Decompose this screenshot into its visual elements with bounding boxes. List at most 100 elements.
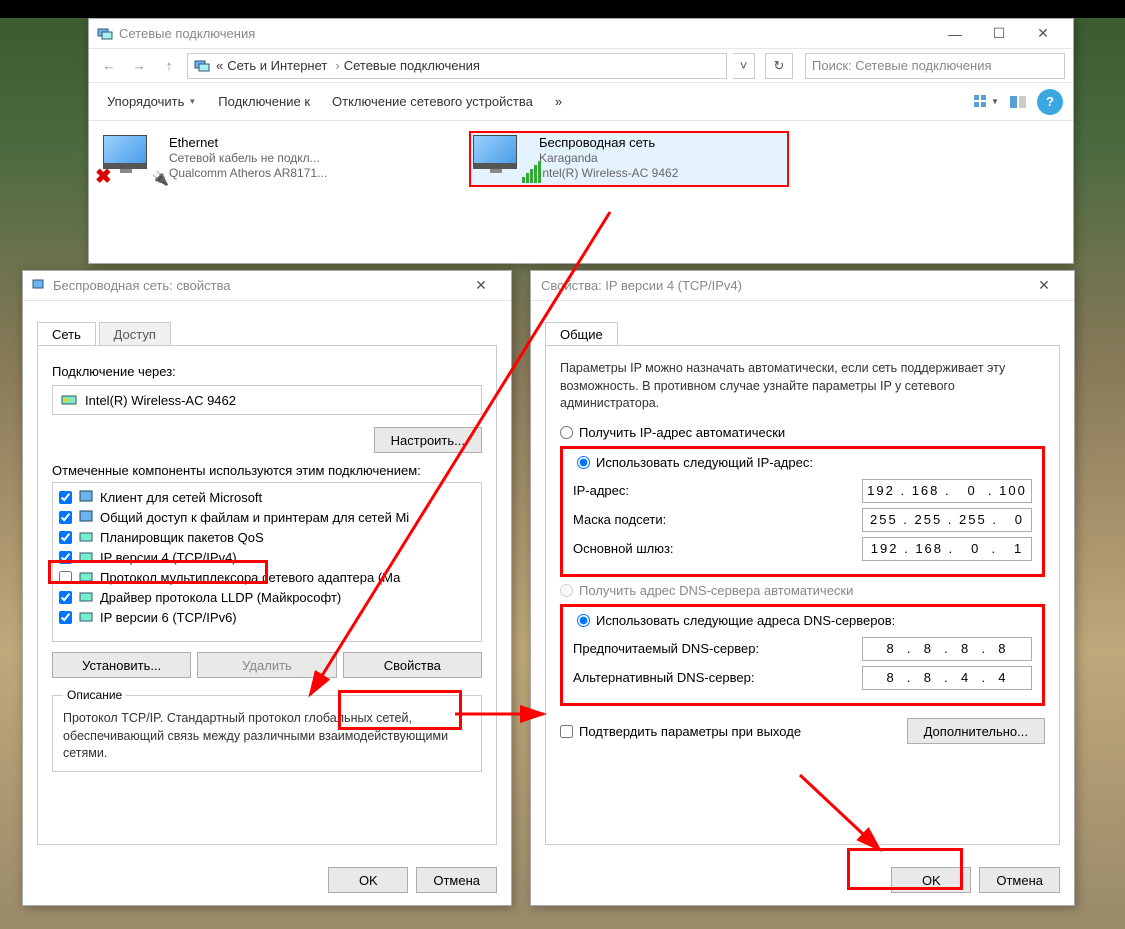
breadcrumb-a[interactable]: Сеть и Интернет (227, 58, 327, 73)
component-checkbox[interactable] (59, 591, 72, 604)
more-commands-button[interactable]: » (547, 90, 570, 113)
refresh-button[interactable]: ↻ (765, 53, 793, 79)
remove-button[interactable]: Удалить (197, 652, 336, 678)
network-connections-window: Сетевые подключения — ☐ ✕ ← → ↑ « Сеть и… (88, 18, 1074, 264)
ipv4-properties-dialog: Свойства: IP версии 4 (TCP/IPv4) ✕ Общие… (530, 270, 1075, 906)
close-button[interactable]: ✕ (459, 272, 503, 300)
desktop-taskbar (0, 0, 1125, 18)
help-button[interactable]: ? (1037, 89, 1063, 115)
manual-ip-radio[interactable]: Использовать следующий IP-адрес: (573, 455, 817, 470)
manual-dns-radio[interactable]: Использовать следующие адреса DNS-сервер… (573, 613, 899, 628)
adapter-status: Сетевой кабель не подкл... (169, 151, 327, 165)
maximize-button[interactable]: ☐ (977, 20, 1021, 48)
titlebar[interactable]: Свойства: IP версии 4 (TCP/IPv4) ✕ (531, 271, 1074, 301)
preview-pane-button[interactable] (1005, 89, 1031, 115)
ip-input[interactable] (862, 479, 1032, 503)
description-legend: Описание (63, 688, 126, 702)
forward-button[interactable]: → (127, 54, 151, 78)
dialog-title: Беспроводная сеть: свойства (53, 278, 459, 293)
component-icon (78, 529, 94, 545)
validate-checkbox[interactable]: Подтвердить параметры при выходе (560, 724, 801, 739)
component-label: Клиент для сетей Microsoft (100, 490, 262, 505)
intro-text: Параметры IP можно назначать автоматичес… (560, 360, 1045, 413)
ok-button[interactable]: OK (328, 867, 408, 893)
dns1-input[interactable] (862, 637, 1032, 661)
dns1-label: Предпочитаемый DNS-сервер: (573, 641, 862, 656)
breadcrumb-dropdown[interactable]: ˅ (733, 53, 755, 79)
dns2-label: Альтернативный DNS-сервер: (573, 670, 862, 685)
close-button[interactable]: ✕ (1021, 20, 1065, 48)
properties-button[interactable]: Свойства (343, 652, 482, 678)
signal-bars-icon (522, 161, 541, 183)
description-text: Протокол TCP/IP. Стандартный протокол гл… (63, 710, 471, 763)
mask-label: Маска подсети: (573, 512, 862, 527)
component-icon (78, 589, 94, 605)
ok-button[interactable]: OK (891, 867, 971, 893)
mask-input[interactable] (862, 508, 1032, 532)
connect-to-button[interactable]: Подключение к (210, 90, 318, 113)
auto-ip-radio[interactable]: Получить IP-адрес автоматически (560, 425, 1045, 440)
disconnected-icon: ✖ (95, 164, 112, 189)
advanced-button[interactable]: Дополнительно... (907, 718, 1045, 744)
close-button[interactable]: ✕ (1022, 272, 1066, 300)
back-button[interactable]: ← (97, 54, 121, 78)
component-item[interactable]: Планировщик пакетов QoS (53, 527, 481, 547)
search-placeholder: Поиск: Сетевые подключения (812, 58, 992, 73)
component-icon (78, 609, 94, 625)
breadcrumb-pre[interactable]: « (216, 58, 223, 73)
component-label: Драйвер протокола LLDP (Майкрософт) (100, 590, 341, 605)
up-button[interactable]: ↑ (157, 54, 181, 78)
component-checkbox[interactable] (59, 571, 72, 584)
component-item[interactable]: IP версии 6 (TCP/IPv6) (53, 607, 481, 627)
adapter-properties-dialog: Беспроводная сеть: свойства ✕ Сеть Досту… (22, 270, 512, 906)
tab-general[interactable]: Общие (545, 322, 618, 346)
cancel-button[interactable]: Отмена (979, 867, 1060, 893)
adapter-field: Intel(R) Wireless-AC 9462 (52, 385, 482, 415)
cancel-button[interactable]: Отмена (416, 867, 497, 893)
adapter-wireless[interactable]: Беспроводная сеть Karaganda Intel(R) Wir… (469, 131, 789, 187)
component-item[interactable]: IP версии 4 (TCP/IPv4) (53, 547, 481, 567)
dns2-input[interactable] (862, 666, 1032, 690)
address-bar: ← → ↑ « Сеть и Интернет › Сетевые подклю… (89, 49, 1073, 83)
tab-access[interactable]: Доступ (99, 322, 171, 346)
nic-icon (61, 392, 77, 408)
tab-network[interactable]: Сеть (37, 322, 96, 346)
configure-button[interactable]: Настроить... (374, 427, 482, 453)
adapter-device: Qualcomm Atheros AR8171... (169, 166, 327, 180)
component-checkbox[interactable] (59, 491, 72, 504)
component-item[interactable]: Драйвер протокола LLDP (Майкрософт) (53, 587, 481, 607)
component-checkbox[interactable] (59, 511, 72, 524)
dialog-title: Свойства: IP версии 4 (TCP/IPv4) (541, 278, 1022, 293)
breadcrumb[interactable]: « Сеть и Интернет › Сетевые подключения (187, 53, 727, 79)
organize-button[interactable]: Упорядочить▼ (99, 90, 204, 113)
components-list[interactable]: Клиент для сетей Microsoft Общий доступ к… (52, 482, 482, 642)
disable-device-button[interactable]: Отключение сетевого устройства (324, 90, 541, 113)
search-input[interactable]: Поиск: Сетевые подключения (805, 53, 1065, 79)
component-icon (78, 549, 94, 565)
component-item[interactable]: Клиент для сетей Microsoft (53, 487, 481, 507)
tab-strip: Сеть Доступ (37, 321, 497, 345)
titlebar[interactable]: Сетевые подключения — ☐ ✕ (89, 19, 1073, 49)
component-checkbox[interactable] (59, 611, 72, 624)
titlebar[interactable]: Беспроводная сеть: свойства ✕ (23, 271, 511, 301)
adapter-list: ✖ 🔌 Ethernet Сетевой кабель не подкл... … (89, 121, 1073, 197)
view-dropdown[interactable]: ▼ (973, 89, 999, 115)
component-icon (78, 569, 94, 585)
chevron-right-icon: › (335, 58, 339, 73)
breadcrumb-b[interactable]: Сетевые подключения (344, 58, 480, 73)
connect-using-label: Подключение через: (52, 364, 482, 379)
component-label: Общий доступ к файлам и принтерам для се… (100, 510, 409, 525)
component-label: IP версии 4 (TCP/IPv4) (100, 550, 237, 565)
adapter-ethernet[interactable]: ✖ 🔌 Ethernet Сетевой кабель не подкл... … (99, 131, 419, 187)
component-checkbox[interactable] (59, 551, 72, 564)
gateway-input[interactable] (862, 537, 1032, 561)
component-item[interactable]: Общий доступ к файлам и принтерам для се… (53, 507, 481, 527)
install-button[interactable]: Установить... (52, 652, 191, 678)
network-icon (97, 26, 113, 42)
component-item[interactable]: Протокол мультиплексора сетевого адаптер… (53, 567, 481, 587)
component-checkbox[interactable] (59, 531, 72, 544)
minimize-button[interactable]: — (933, 20, 977, 48)
component-label: Протокол мультиплексора сетевого адаптер… (100, 570, 400, 585)
adapter-icon (31, 278, 47, 294)
adapter-device: Intel(R) Wireless-AC 9462 (539, 166, 678, 180)
